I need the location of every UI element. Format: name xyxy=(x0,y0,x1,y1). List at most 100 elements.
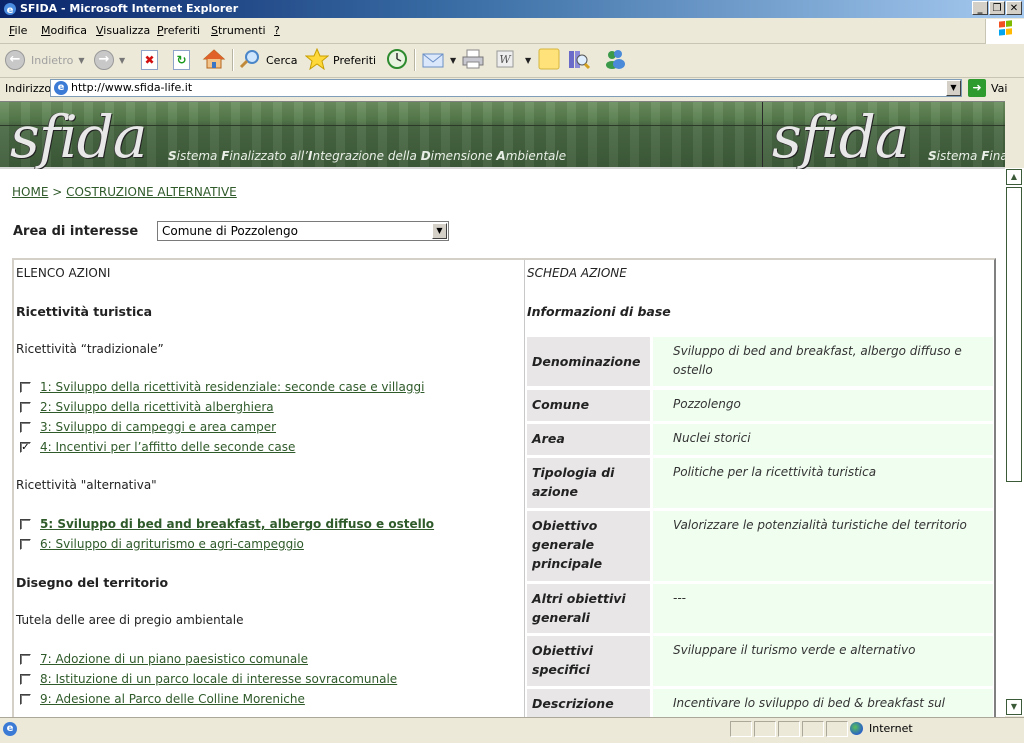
toolbar-separator xyxy=(414,49,416,71)
forward-button[interactable]: → ▼ xyxy=(94,48,125,72)
action-checkbox[interactable] xyxy=(20,518,31,530)
info-row-altri-obiettivi: Altri obiettivi generali --- xyxy=(527,584,993,633)
back-button[interactable]: ← Indietro ▼ xyxy=(5,48,85,72)
info-row-obiettivi-specifici: Obiettivi specifici Sviluppare il turism… xyxy=(527,636,993,686)
print-button[interactable] xyxy=(461,48,485,72)
detail-title: SCHEDA AZIONE xyxy=(527,266,627,280)
action-link[interactable]: 4: Incentivi per l’affitto delle seconde… xyxy=(40,440,295,454)
action-checkbox[interactable] xyxy=(20,673,31,685)
refresh-button[interactable]: ↻ xyxy=(173,48,190,72)
info-value: Politiche per la ricettività turistica xyxy=(653,458,993,508)
action-link[interactable]: 6: Sviluppo di agriturismo e agri-campeg… xyxy=(40,537,304,551)
menu-preferiti[interactable]: Preferiti xyxy=(157,24,200,37)
menu-help[interactable]: ? xyxy=(274,24,280,37)
go-arrow-icon: ➜ xyxy=(968,79,986,97)
action-checkbox[interactable] xyxy=(20,401,31,413)
status-pane xyxy=(802,721,824,737)
scroll-down-icon[interactable]: ▼ xyxy=(1006,699,1022,715)
messenger-icon xyxy=(602,48,628,73)
mail-button[interactable]: ▼ xyxy=(421,48,456,72)
action-link[interactable]: 3: Sviluppo di campeggi e area camper xyxy=(40,420,276,434)
go-label: Vai xyxy=(991,81,1008,95)
discuss-button[interactable] xyxy=(537,48,561,72)
chevron-down-icon[interactable]: ▼ xyxy=(432,223,447,239)
mail-dropdown-icon[interactable]: ▼ xyxy=(450,56,456,65)
action-item: 7: Adozione di un piano paesistico comun… xyxy=(20,650,308,668)
search-label: Cerca xyxy=(266,53,298,67)
site-tagline-repeat: Sistema Finalizzato all’ xyxy=(928,149,1005,163)
search-icon xyxy=(238,48,262,73)
messenger-button[interactable] xyxy=(602,48,628,72)
action-checkbox[interactable] xyxy=(20,693,31,705)
site-banner: sfida Sistema Finalizzato all’Integrazio… xyxy=(0,102,1005,169)
restore-button[interactable]: ❐ xyxy=(989,1,1005,15)
action-link[interactable]: 9: Adesione al Parco delle Colline Moren… xyxy=(40,692,305,706)
edit-dropdown-icon[interactable]: ▼ xyxy=(525,56,531,65)
scrollbar-thumb[interactable] xyxy=(1006,187,1022,482)
category-heading: Ricettività turistica xyxy=(16,304,153,319)
address-input[interactable]: e http://www.sfida-life.it xyxy=(50,79,962,97)
go-button[interactable]: ➜ Vai xyxy=(968,79,1007,97)
address-dropdown-button[interactable]: ▼ xyxy=(946,80,961,96)
page-status-icon: e xyxy=(3,722,17,736)
info-key: Altri obiettivi generali xyxy=(527,584,650,633)
back-dropdown-icon[interactable]: ▼ xyxy=(78,56,84,65)
address-label: Indirizzo xyxy=(5,82,52,95)
menu-strumenti[interactable]: Strumenti xyxy=(211,24,266,37)
action-item: 8: Istituzione di un parco locale di int… xyxy=(20,670,397,688)
menu-modifica[interactable]: Modifica xyxy=(41,24,87,37)
page-icon: e xyxy=(54,81,68,95)
action-link-selected[interactable]: 5: Sviluppo di bed and breakfast, alberg… xyxy=(40,517,434,531)
action-item: ✓ 4: Incentivi per l’affitto delle secon… xyxy=(20,438,295,456)
action-checkbox[interactable] xyxy=(20,381,31,393)
home-button[interactable] xyxy=(202,48,226,72)
area-select[interactable]: Comune di Pozzolengo ▼ xyxy=(157,221,449,241)
action-checkbox[interactable] xyxy=(20,653,31,665)
info-value: Valorizzare le potenzialità turistiche d… xyxy=(653,511,993,581)
action-link[interactable]: 8: Istituzione di un parco locale di int… xyxy=(40,672,397,686)
windows-logo-icon xyxy=(985,19,1024,44)
tagline-initial: A xyxy=(496,149,506,163)
breadcrumb-separator: > xyxy=(48,185,67,199)
close-button[interactable]: ✕ xyxy=(1006,1,1022,15)
area-label: Area di interesse xyxy=(13,224,139,239)
tagline-text: istema xyxy=(936,149,982,163)
menu-file[interactable]: File xyxy=(9,24,27,37)
menu-visualizza[interactable]: Visualizza xyxy=(96,24,150,37)
action-link[interactable]: 2: Sviluppo della ricettività alberghier… xyxy=(40,400,274,414)
detail-subtitle: Informazioni di base xyxy=(527,304,671,319)
action-item: 1: Sviluppo della ricettività residenzia… xyxy=(20,378,424,396)
action-checkbox[interactable] xyxy=(20,421,31,433)
search-button[interactable]: Cerca xyxy=(238,48,298,72)
action-checkbox[interactable] xyxy=(20,538,31,550)
site-logo[interactable]: sfida xyxy=(10,106,147,168)
action-link[interactable]: 1: Sviluppo della ricettività residenzia… xyxy=(40,380,424,394)
vertical-scrollbar[interactable]: ▲ ▼ xyxy=(1005,168,1024,716)
site-logo-repeat: sfida xyxy=(772,103,909,169)
info-row-area: Area Nuclei storici xyxy=(527,424,993,455)
tagline-text: istema xyxy=(176,149,222,163)
research-button[interactable] xyxy=(567,48,591,72)
action-link[interactable]: 7: Adozione di un piano paesistico comun… xyxy=(40,652,308,666)
info-key: Descrizione xyxy=(527,689,650,717)
breadcrumb-home-link[interactable]: HOME xyxy=(12,185,48,199)
breadcrumb-current-link[interactable]: COSTRUZIONE ALTERNATIVE xyxy=(66,185,237,199)
toolbar-separator xyxy=(232,49,234,71)
action-checkbox-checked[interactable]: ✓ xyxy=(20,441,31,453)
edit-button[interactable]: W ▼ xyxy=(495,48,531,72)
forward-dropdown-icon[interactable]: ▼ xyxy=(119,56,125,65)
action-detail-column: SCHEDA AZIONE Informazioni di base Denom… xyxy=(524,260,995,717)
word-icon: W xyxy=(495,48,515,73)
info-key: Area xyxy=(527,424,650,455)
minimize-button[interactable]: _ xyxy=(972,1,988,15)
star-icon xyxy=(304,47,330,73)
forward-arrow-icon: → xyxy=(94,50,114,70)
info-row-obiettivo-generale: Obiettivo generale principale Valorizzar… xyxy=(527,511,993,581)
history-button[interactable] xyxy=(385,48,409,72)
favorites-button[interactable]: Preferiti xyxy=(304,47,376,73)
stop-button[interactable]: ✖ xyxy=(141,48,158,72)
scroll-up-icon[interactable]: ▲ xyxy=(1006,169,1022,185)
zone-label: Internet xyxy=(869,722,913,735)
stop-icon: ✖ xyxy=(141,50,158,70)
tagline-text: inalizzato all’ xyxy=(229,149,308,163)
